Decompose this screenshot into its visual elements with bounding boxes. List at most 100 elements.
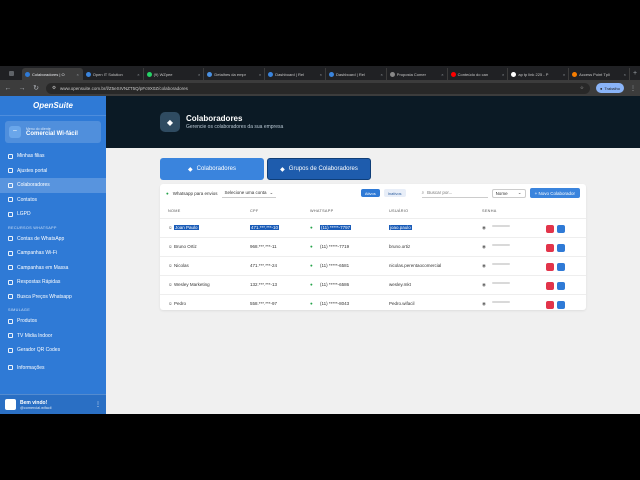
tab-colaboradores[interactable]: ◆ Colaboradores bbox=[160, 158, 264, 180]
page-header: ◆ Colaboradores Gerencie os colaboradore… bbox=[106, 96, 640, 148]
close-icon[interactable]: × bbox=[320, 72, 322, 77]
tab-search-icon[interactable] bbox=[0, 66, 22, 80]
close-icon[interactable]: × bbox=[137, 72, 139, 77]
forward-icon[interactable]: → bbox=[18, 85, 26, 92]
sidebar-item-main-1[interactable]: Ajustes portal bbox=[0, 164, 106, 179]
row-user-icon: ☺ bbox=[168, 282, 173, 287]
table-row[interactable]: ☺ Joan Paulo 471.***.***-10 ● (11) *****… bbox=[160, 218, 586, 237]
profile-button[interactable]: ● Trabalho bbox=[595, 83, 624, 93]
cell-cpf: 558.***.***-97 bbox=[250, 301, 278, 306]
sidebar-item-other-1[interactable]: TV Midia Indoor bbox=[0, 329, 106, 344]
menu-item-icon bbox=[8, 265, 13, 271]
browser-menu-icon[interactable]: ⋮ bbox=[630, 85, 636, 92]
close-icon[interactable]: × bbox=[76, 72, 78, 77]
browser-tab[interactable]: Open IT Solution × bbox=[83, 68, 144, 80]
table-row[interactable]: ☺ Nicolas 471.***.***-24 ● (11) *****-65… bbox=[160, 256, 586, 275]
new-tab-button[interactable]: + bbox=[630, 68, 640, 80]
eye-icon[interactable]: ◉ bbox=[482, 244, 486, 250]
sidebar: OpenSuite ⌔ Menu do cliente Comercial Wi… bbox=[0, 96, 106, 414]
tab-title: Dashboard | Rel bbox=[275, 71, 305, 77]
row-user-icon: ☺ bbox=[168, 225, 173, 230]
close-icon[interactable]: × bbox=[380, 72, 382, 77]
tab-favicon-icon bbox=[207, 71, 213, 77]
sidebar-item-info[interactable]: Informações bbox=[0, 361, 106, 376]
sidebar-item-other-0[interactable]: Produtos bbox=[0, 314, 106, 329]
browser-tab[interactable]: Dashboard | Rel × bbox=[326, 68, 387, 80]
eye-icon[interactable]: ◉ bbox=[482, 225, 486, 231]
close-icon[interactable]: × bbox=[624, 72, 626, 77]
delete-button[interactable] bbox=[546, 225, 554, 233]
table-row[interactable]: ☺ Wesley Marketing 132.***.***-13 ● (11)… bbox=[160, 275, 586, 294]
sidebar-item-main-4[interactable]: LGPD bbox=[0, 207, 106, 222]
browser-tab[interactable]: Conteúdo do can × bbox=[448, 68, 509, 80]
eye-icon[interactable]: ◉ bbox=[482, 301, 486, 307]
sidebar-item-whatsapp-2[interactable]: Campanhas em Massa bbox=[0, 261, 106, 276]
browser-tab[interactable]: Access Point Tpli × bbox=[569, 68, 630, 80]
whatsapp-account-select[interactable]: Selecione uma conta ⌄ bbox=[221, 189, 277, 198]
close-icon[interactable]: × bbox=[441, 72, 443, 77]
col-header-password: SENHA bbox=[482, 209, 497, 213]
browser-tab[interactable]: Detalhes da empr × bbox=[204, 68, 266, 80]
delete-button[interactable] bbox=[546, 301, 554, 309]
back-icon[interactable]: ← bbox=[4, 85, 12, 92]
edit-button[interactable] bbox=[557, 301, 565, 309]
col-header-whatsapp: WHATSAPP bbox=[310, 209, 334, 213]
delete-button[interactable] bbox=[546, 263, 554, 271]
close-icon[interactable]: × bbox=[563, 72, 565, 77]
wifi-icon: ⌔ bbox=[9, 126, 21, 138]
more-options-icon[interactable]: ⋮ bbox=[95, 401, 101, 408]
sidebar-user-footer[interactable]: Bem vindo! @comercial.wifacil ⋮ bbox=[0, 394, 106, 414]
table-row[interactable]: ☺ Pedro 558.***.***-97 ● (11) *****-8043… bbox=[160, 294, 586, 313]
delete-button[interactable] bbox=[546, 282, 554, 290]
bookmark-star-icon[interactable]: ☆ bbox=[580, 85, 584, 91]
filter-inactive-button[interactable]: Inativos bbox=[383, 189, 406, 197]
page-title: Colaboradores bbox=[186, 114, 243, 123]
sidebar-item-label: Busca Preços Whatsapp bbox=[17, 293, 72, 300]
cell-whatsapp: (11) *****-7797 bbox=[320, 225, 352, 230]
browser-tab[interactable]: Colaboradores | O × bbox=[22, 68, 83, 80]
client-card[interactable]: ⌔ Menu do cliente Comercial Wi-fácil bbox=[5, 121, 101, 143]
menu-item-icon bbox=[8, 168, 13, 174]
sidebar-item-whatsapp-3[interactable]: Respostas Rápidas bbox=[0, 275, 106, 290]
cell-cpf: 471.***.***-10 bbox=[250, 225, 280, 230]
search-input[interactable]: ⌕ Buscar por... bbox=[421, 189, 488, 198]
sidebar-item-label: Contas de WhatsApp bbox=[17, 235, 65, 242]
cell-user: bruno.ortiz bbox=[389, 244, 411, 249]
url-field[interactable]: ⚙ www.opensuite.com.br/l/Z5eSIVNZT5Q/pFc… bbox=[46, 82, 590, 94]
sidebar-item-whatsapp-0[interactable]: Contas de WhatsApp bbox=[0, 232, 106, 247]
site-info-icon[interactable]: ⚙ bbox=[52, 85, 56, 91]
sidebar-item-main-0[interactable]: Minhas filias bbox=[0, 149, 106, 164]
app-logo[interactable]: OpenSuite bbox=[0, 96, 106, 116]
password-mask bbox=[492, 301, 510, 303]
filter-active-button[interactable]: Ativos bbox=[360, 189, 380, 197]
close-icon[interactable]: × bbox=[198, 72, 200, 77]
close-icon[interactable]: × bbox=[259, 72, 261, 77]
sort-select[interactable]: Nome ⌄ bbox=[491, 188, 526, 198]
password-mask bbox=[492, 225, 510, 227]
edit-button[interactable] bbox=[557, 244, 565, 252]
eye-icon[interactable]: ◉ bbox=[482, 263, 486, 269]
browser-tab[interactable]: ap tp link 225 - P × bbox=[508, 68, 570, 80]
sidebar-item-whatsapp-4[interactable]: Busca Preços Whatsapp bbox=[0, 290, 106, 305]
browser-tab[interactable]: Dashboard | Rel × bbox=[265, 68, 326, 80]
tab-grupos-colaboradores[interactable]: ◆ Grupos de Colaboradores bbox=[267, 158, 371, 180]
new-collaborator-button[interactable]: + Novo Colaborador bbox=[529, 188, 580, 198]
delete-button[interactable] bbox=[546, 244, 554, 252]
whatsapp-label: Whatsapp para envios bbox=[172, 190, 218, 196]
edit-button[interactable] bbox=[557, 282, 565, 290]
sidebar-item-other-2[interactable]: Gerador QR Codes bbox=[0, 343, 106, 358]
cell-whatsapp: (11) *****-7719 bbox=[320, 244, 350, 249]
eye-icon[interactable]: ◉ bbox=[482, 282, 486, 288]
sidebar-item-whatsapp-1[interactable]: Campanhas Wi-Fi bbox=[0, 246, 106, 261]
sidebar-item-main-2[interactable]: Colaboradores bbox=[0, 178, 106, 193]
sidebar-item-main-3[interactable]: Contatos bbox=[0, 193, 106, 208]
edit-button[interactable] bbox=[557, 263, 565, 271]
section-tabs: ◆ Colaboradores ◆ Grupos de Colaboradore… bbox=[160, 158, 371, 180]
reload-icon[interactable]: ↻ bbox=[32, 84, 40, 92]
edit-button[interactable] bbox=[557, 225, 565, 233]
avatar bbox=[5, 399, 16, 410]
browser-tab[interactable]: (9) WZpee × bbox=[144, 68, 205, 80]
close-icon[interactable]: × bbox=[502, 72, 504, 77]
browser-tab[interactable]: Proposta Comer × bbox=[387, 68, 448, 80]
table-row[interactable]: ☺ Bruno Ortiz 968.***.***-11 ● (11) ****… bbox=[160, 237, 586, 256]
